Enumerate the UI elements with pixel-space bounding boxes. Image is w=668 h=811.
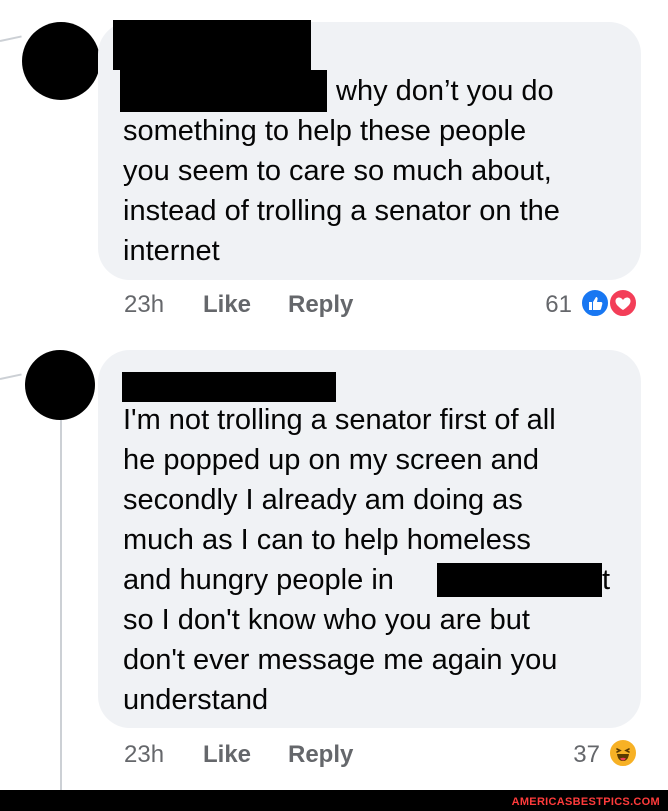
comment-time[interactable]: 23h [124,291,164,319]
thread-line [60,420,62,790]
reply-button[interactable]: Reply [288,741,353,769]
reaction-count: 37 [573,741,600,768]
redacted-name [122,372,336,402]
avatar[interactable] [25,350,95,420]
watermark-bar: AMERICASBESTPICS.COM [0,790,668,811]
love-reaction-icon [608,288,638,318]
comment-text: so I don't know who you are but don't ev… [123,604,558,716]
like-button[interactable]: Like [203,291,251,319]
redacted-mention [120,70,327,112]
redacted-name [113,20,311,70]
thread-line [0,373,22,380]
comment-text-first-line: why don’t you do [336,75,554,107]
comment-text-tail: t [602,564,611,596]
like-reaction-icon [580,288,610,318]
thread-line [0,35,22,42]
comment-time[interactable]: 23h [124,741,164,769]
comment-text: something to help these people you seem … [123,115,560,267]
redacted-location [437,563,602,597]
haha-reaction-icon [608,738,638,768]
like-button[interactable]: Like [203,741,251,769]
avatar[interactable] [22,22,100,100]
reply-button[interactable]: Reply [288,291,353,319]
watermark-text: AMERICASBESTPICS.COM [511,796,660,808]
reaction-count: 61 [545,291,572,318]
